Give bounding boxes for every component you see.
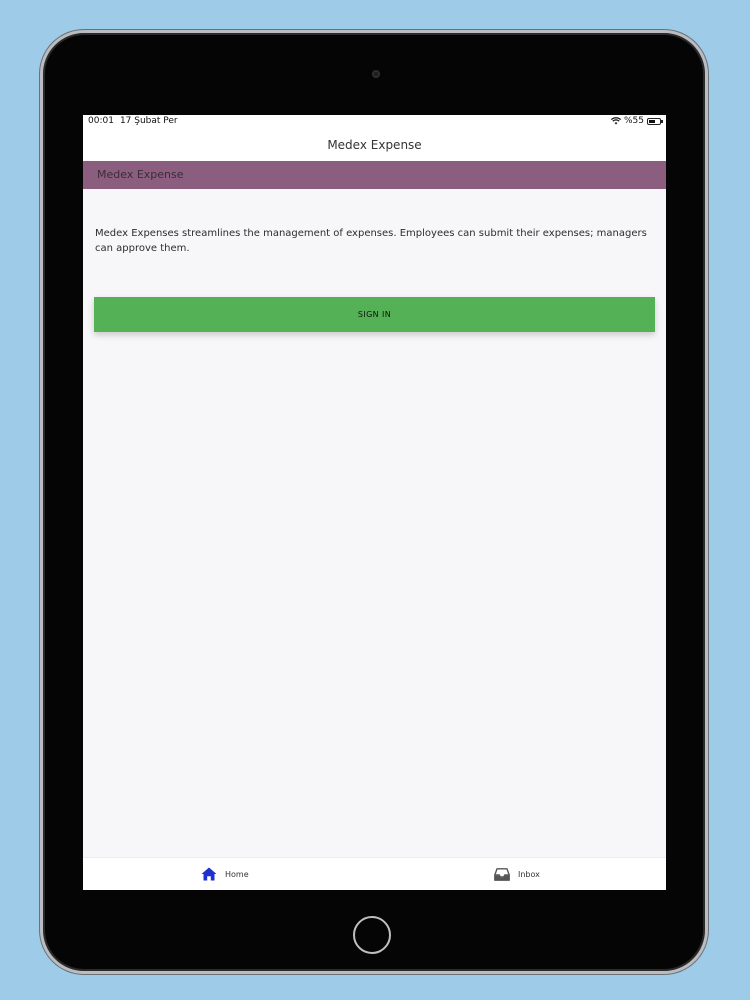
tab-inbox[interactable]: Inbox: [494, 858, 540, 890]
wifi-icon: [610, 117, 621, 125]
battery-percent: %55: [623, 116, 644, 126]
header-banner: Medex Expense: [83, 161, 666, 189]
status-right: %55: [610, 116, 663, 126]
tab-bar: Home Inbox: [83, 857, 666, 890]
home-icon: [201, 867, 217, 881]
status-left: 00:01 17 Şubat Per: [88, 116, 184, 126]
status-date: 17 Şubat Per: [119, 116, 178, 126]
tab-home[interactable]: Home: [201, 858, 249, 890]
app-screen: 00:01 17 Şubat Per %55 Medex Expense Mede…: [83, 115, 666, 890]
app-description: Medex Expenses streamlines the managemen…: [95, 228, 647, 254]
hardware-home-button[interactable]: [353, 916, 391, 954]
tablet-device: 00:01 17 Şubat Per %55 Medex Expense Mede…: [40, 30, 708, 974]
camera-icon: [372, 70, 380, 78]
status-bar: 00:01 17 Şubat Per %55: [83, 115, 666, 129]
header-title: Medex Expense: [97, 168, 184, 181]
inbox-icon: [494, 867, 510, 881]
nav-bar: Medex Expense: [83, 129, 666, 161]
sign-in-button[interactable]: SIGN IN: [94, 297, 655, 332]
tab-home-label: Home: [225, 869, 249, 879]
battery-icon: [647, 117, 663, 125]
nav-title: Medex Expense: [327, 138, 422, 152]
tab-inbox-label: Inbox: [518, 869, 540, 879]
status-time: 00:01: [88, 116, 114, 126]
